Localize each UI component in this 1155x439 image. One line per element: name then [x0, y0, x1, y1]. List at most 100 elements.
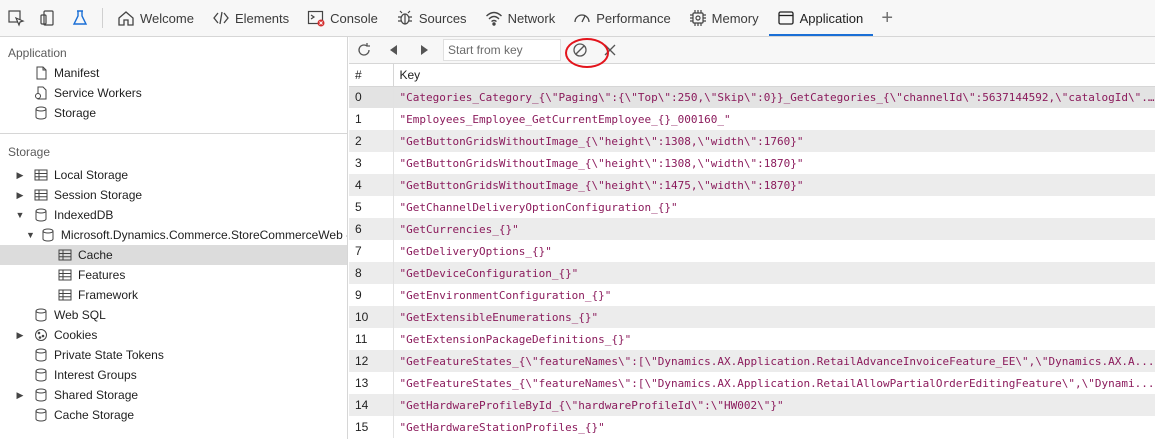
sidebar-item-label: Private State Tokens [54, 348, 164, 362]
collapse-arrow-icon[interactable]: ▼ [26, 230, 35, 240]
row-number: 6 [349, 218, 394, 240]
sidebar-item-indexeddb[interactable]: ▼ IndexedDB [0, 205, 347, 225]
tab-welcome[interactable]: Welcome [109, 0, 204, 36]
sidebar-item-label: Manifest [54, 66, 100, 80]
table-row[interactable]: 8 "GetDeviceConfiguration_{}" [349, 262, 1155, 284]
sidebar-item-interest-groups[interactable]: Interest Groups [0, 365, 347, 385]
table-row[interactable]: 5 "GetChannelDeliveryOptionConfiguration_… [349, 196, 1155, 218]
sidebar-item-session-storage[interactable]: ▶ Session Storage [0, 185, 347, 205]
plus-icon: + [881, 6, 894, 29]
tab-application[interactable]: Application [768, 0, 874, 36]
expand-arrow-icon[interactable]: ▶ [14, 170, 26, 181]
table-row[interactable]: 7 "GetDeliveryOptions_{}" [349, 240, 1155, 262]
table-row[interactable]: 10 "GetExtensibleEnumerations_{}" [349, 306, 1155, 328]
sidebar-item-shared-storage[interactable]: ▶ Shared Storage [0, 385, 347, 405]
row-number: 1 [349, 108, 394, 130]
inspect-element-button[interactable] [0, 0, 32, 36]
sidebar-item-label: Local Storage [54, 168, 129, 182]
row-number: 9 [349, 284, 394, 306]
window-icon [777, 11, 794, 25]
cookie-icon [35, 329, 47, 341]
sidebar-item-label: Cache Storage [54, 408, 135, 422]
application-section-title: Application [8, 46, 67, 60]
sidebar-item-features[interactable]: Features [0, 265, 347, 285]
sidebar-item-cache-storage[interactable]: Cache Storage [0, 405, 347, 425]
sidebar-item-database[interactable]: ▼ Microsoft.Dynamics.Commerce.StoreComme… [0, 225, 347, 245]
sidebar-item-storage[interactable]: Storage [0, 103, 347, 123]
sidebar-item-manifest[interactable]: Manifest [0, 63, 347, 83]
row-number: 7 [349, 240, 394, 262]
bug-icon [397, 10, 412, 25]
home-icon [118, 11, 134, 26]
row-number: 0 [349, 86, 394, 108]
column-header-key[interactable]: Key [393, 64, 1155, 87]
storage-section-title: Storage [8, 145, 51, 159]
expand-arrow-icon[interactable]: ▶ [14, 190, 26, 201]
table-row[interactable]: 11 "GetExtensionPackageDefinitions_{}" [349, 328, 1155, 350]
sidebar-item-service-workers[interactable]: Service Workers [0, 83, 347, 103]
row-key: "GetCurrencies_{}" [393, 218, 1155, 240]
table-header: # Key [349, 64, 1155, 87]
table-icon [34, 189, 48, 201]
table-row[interactable]: 2 "GetButtonGridsWithoutImage_{\"height\"… [349, 130, 1155, 152]
device-emulation-button[interactable] [32, 0, 64, 36]
table-row[interactable]: 4 "GetButtonGridsWithoutImage_{\"height\"… [349, 174, 1155, 196]
code-icon [213, 11, 229, 25]
table-row[interactable]: 3 "GetButtonGridsWithoutImage_{\"height\"… [349, 152, 1155, 174]
table-icon [58, 289, 72, 301]
sidebar-item-cache[interactable]: Cache [0, 245, 347, 265]
table-row[interactable]: 9 "GetEnvironmentConfiguration_{}" [349, 284, 1155, 306]
tab-application-label: Application [799, 10, 864, 26]
column-header-number[interactable]: # [349, 64, 394, 87]
delete-selected-button[interactable] [595, 37, 625, 63]
indexeddb-data-view: # Key 0"Categories_Category_{\"Paging\":… [349, 37, 1155, 439]
table-row[interactable]: 12 "GetFeatureStates_{\"featureNames\":[\… [349, 350, 1155, 372]
experiments-button[interactable] [64, 0, 96, 36]
table-row[interactable]: 1 "Employees_Employee_GetCurrentEmployee_… [349, 108, 1155, 130]
row-key: "GetExtensibleEnumerations_{}" [393, 306, 1155, 328]
sidebar-item-web-sql[interactable]: Web SQL [0, 305, 347, 325]
start-from-key-input[interactable] [443, 39, 561, 61]
row-key: "GetDeviceConfiguration_{}" [393, 262, 1155, 284]
sidebar-item-local-storage[interactable]: ▶ Local Storage [0, 165, 347, 185]
database-icon [35, 388, 47, 402]
clear-object-store-button[interactable] [565, 37, 595, 63]
row-key: "GetButtonGridsWithoutImage_{\"height\":… [393, 174, 1155, 196]
document-icon [36, 66, 47, 80]
tab-network[interactable]: Network [477, 0, 566, 36]
tab-sources[interactable]: Sources [388, 0, 477, 36]
close-icon [604, 44, 616, 56]
gauge-icon [574, 14, 590, 23]
expand-arrow-icon[interactable]: ▶ [14, 390, 26, 401]
triangle-left-icon [390, 45, 397, 55]
table-row[interactable]: 15 "GetHardwareStationProfiles_{}" [349, 416, 1155, 438]
row-number: 8 [349, 262, 394, 284]
device-icon [40, 10, 54, 26]
table-row[interactable]: 14 "GetHardwareProfileById_{\"hardwarePro… [349, 394, 1155, 416]
sidebar-item-cookies[interactable]: ▶ Cookies [0, 325, 347, 345]
tab-console[interactable]: Console [299, 0, 388, 36]
expand-arrow-icon[interactable]: ▶ [14, 330, 26, 341]
previous-page-button[interactable] [379, 37, 409, 63]
inspect-icon [8, 10, 25, 27]
collapse-arrow-icon[interactable]: ▼ [14, 210, 26, 220]
application-sidebar: Application Manifest Service Workers Sto… [0, 37, 348, 439]
sidebar-item-framework[interactable]: Framework [0, 285, 347, 305]
table-row[interactable]: 0 "Categories_Category_{\"Paging\":{\"Top… [349, 86, 1155, 108]
console-icon [308, 10, 325, 27]
sidebar-item-private-state-tokens[interactable]: Private State Tokens [0, 345, 347, 365]
table-row[interactable]: 6 "GetCurrencies_{}" [349, 218, 1155, 240]
table-icon [58, 249, 72, 261]
row-number: 13 [349, 372, 394, 394]
row-key: "GetDeliveryOptions_{}" [399, 244, 552, 258]
add-tab-button[interactable]: + [873, 0, 901, 36]
sidebar-divider [0, 133, 347, 134]
next-page-button[interactable] [409, 37, 439, 63]
tab-memory[interactable]: Memory [681, 0, 769, 36]
database-icon [35, 106, 47, 120]
table-row[interactable]: 13 "GetFeatureStates_{\"featureNames\":[\… [349, 372, 1155, 394]
tab-elements[interactable]: Elements [204, 0, 299, 36]
refresh-button[interactable] [349, 37, 379, 63]
table-icon [58, 269, 72, 281]
tab-performance[interactable]: Performance [565, 0, 680, 36]
